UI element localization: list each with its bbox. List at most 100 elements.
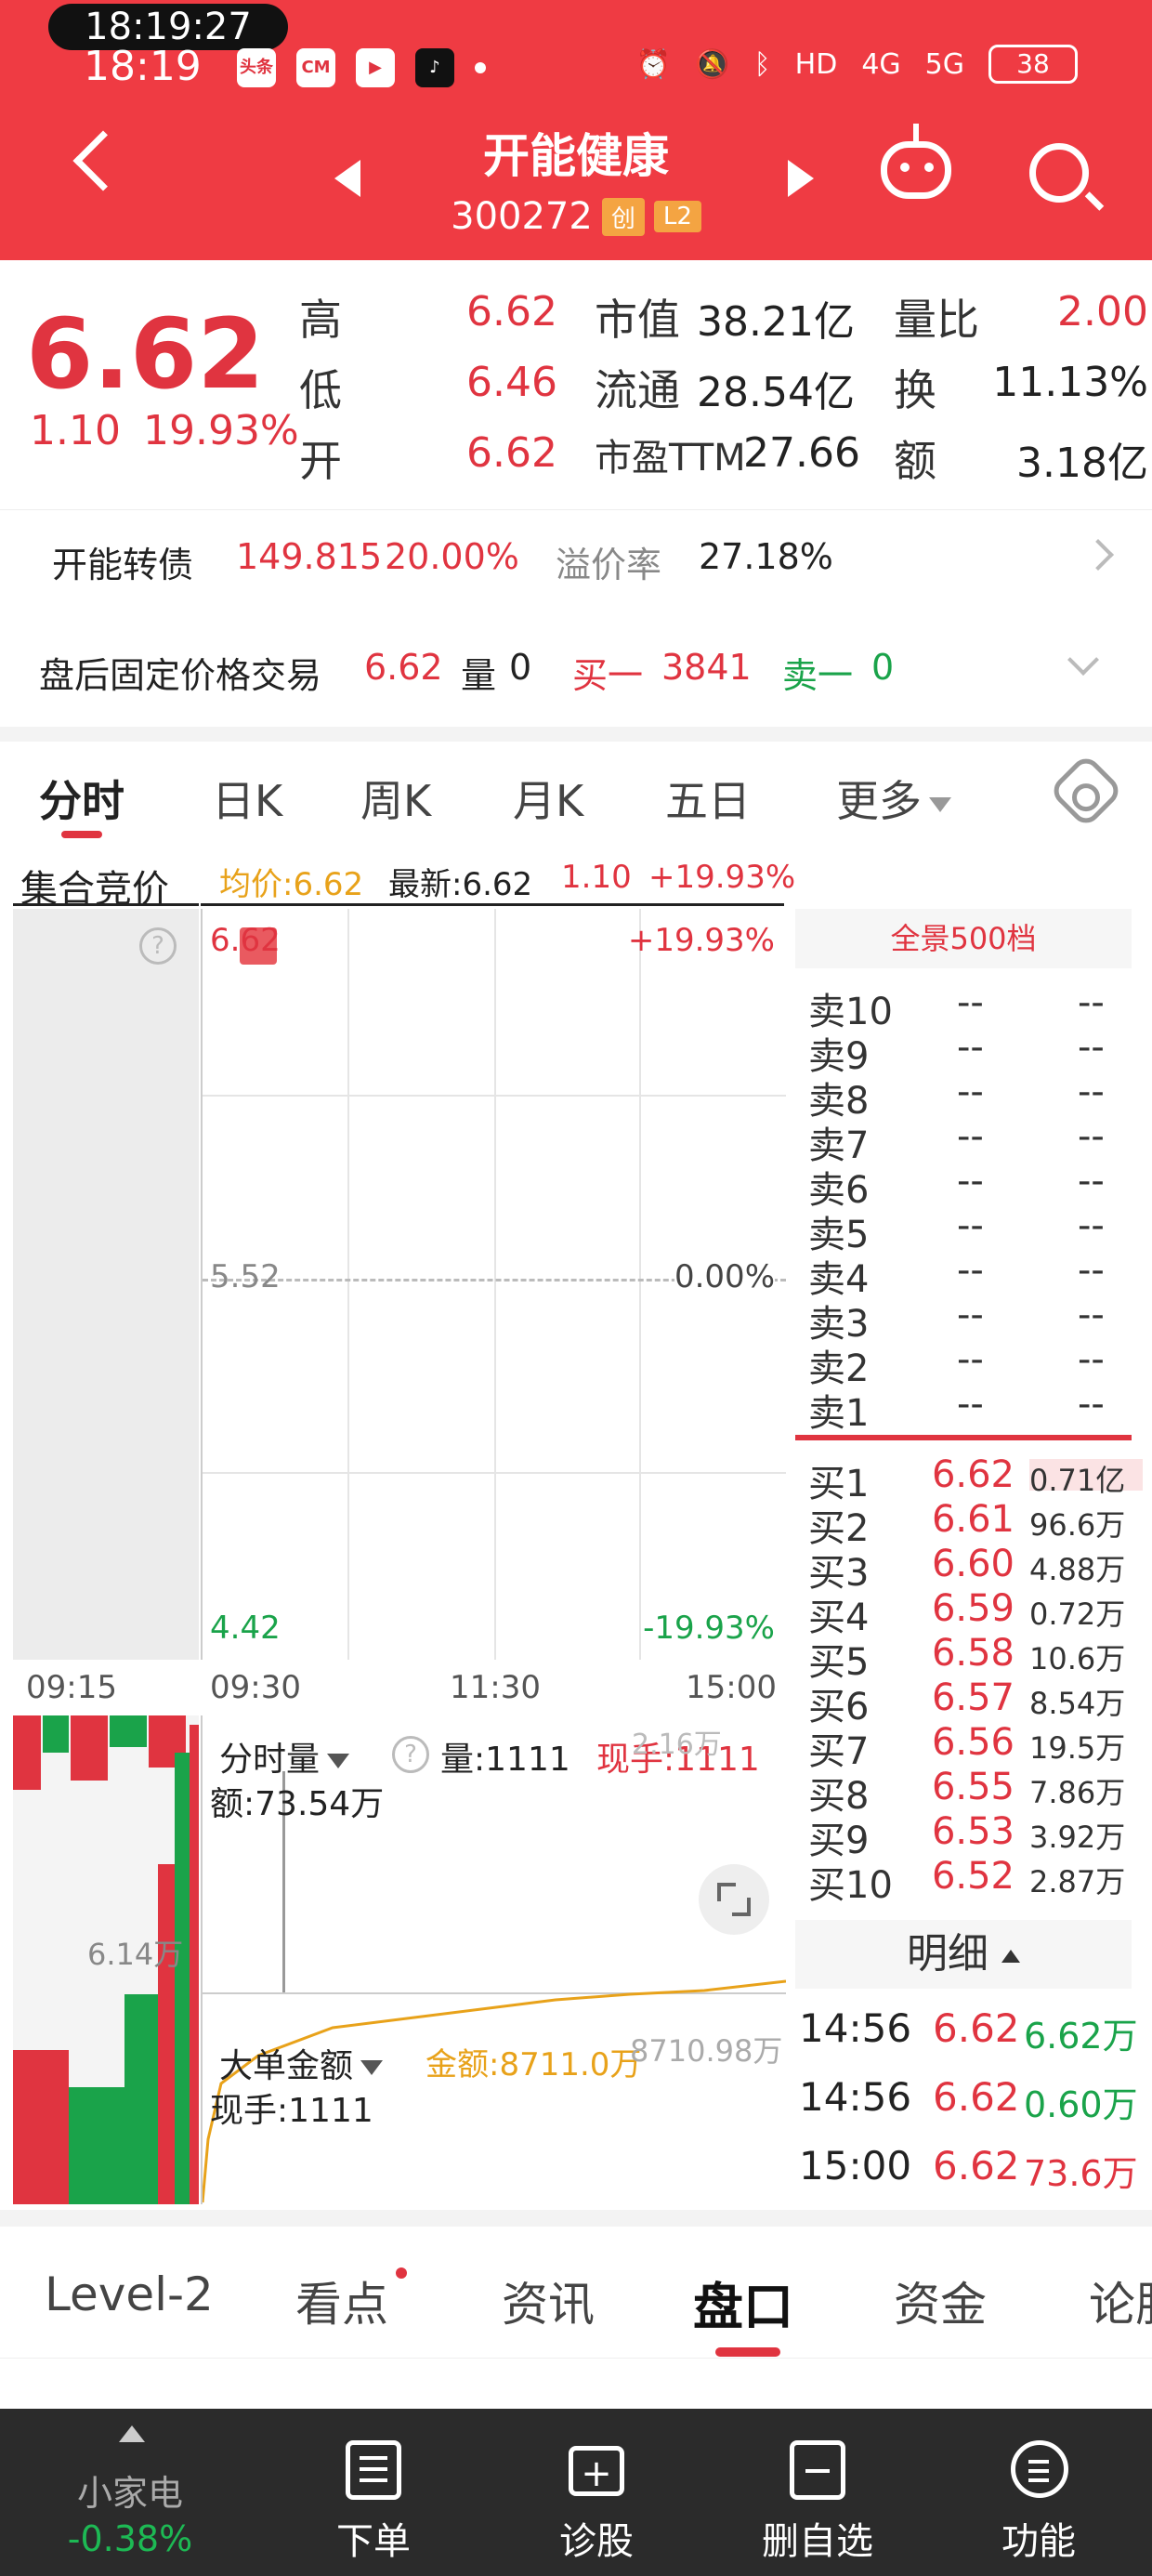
chart-top-pct: +19.93% — [627, 922, 775, 959]
trade-price: 6.62 — [933, 2143, 1020, 2188]
app-header: 18:19:27 18:19 头条 CM ▶ ♪ ⏰ 🔕 ᛒ HD 4G 5G … — [0, 0, 1152, 260]
cm-app-icon: CM — [296, 48, 335, 87]
function-button[interactable]: 功能 — [946, 2409, 1132, 2576]
change-percent: 19.93% — [142, 407, 299, 454]
bid-price: 6.62 — [931, 1453, 1015, 1496]
back-icon[interactable] — [72, 130, 134, 191]
turnover-value: 11.13% — [992, 359, 1148, 406]
ask-row: 卖6 -- -- — [808, 1160, 1143, 1212]
info-change: 1.10 — [561, 859, 632, 896]
bid-price: 6.53 — [931, 1810, 1015, 1853]
ask-price: -- — [957, 1026, 984, 1069]
tab-daily-k[interactable]: 日K — [212, 768, 282, 829]
auction-underline — [13, 903, 199, 906]
ask-price: -- — [957, 1071, 984, 1113]
bid-volume: 96.6万 — [1029, 1507, 1126, 1543]
premium-label: 溢价率 — [556, 545, 662, 585]
tab-five-day[interactable]: 五日 — [665, 768, 751, 829]
grid-line — [494, 909, 496, 1660]
tab-market-depth[interactable]: 盘口 — [693, 2266, 793, 2339]
chevron-right-icon — [1082, 539, 1114, 571]
tab-highlights[interactable]: 看点 — [295, 2267, 388, 2334]
intraday-chart[interactable]: 6.62 +19.93% 5.52 0.00% 4.42 -19.93% — [201, 909, 786, 1660]
bid-volume: 19.5万 — [1029, 1730, 1126, 1766]
chevron-down-icon[interactable] — [1067, 644, 1099, 676]
help-icon[interactable]: ? — [139, 927, 177, 965]
time-tick: 09:30 — [210, 1669, 301, 1706]
tab-level2[interactable]: Level-2 — [45, 2267, 214, 2321]
tab-news[interactable]: 资讯 — [502, 2267, 595, 2334]
search-icon[interactable] — [1029, 143, 1089, 203]
trade-volume: 6.62万 — [1024, 2016, 1138, 2057]
sector-name[interactable]: 小家电 — [37, 2464, 223, 2516]
expand-icon[interactable] — [699, 1864, 769, 1935]
volume-selector[interactable]: 分时量 — [219, 1732, 350, 1781]
tiktok-app-icon: ♪ — [415, 48, 454, 87]
after-hours-row[interactable]: 盘后固定价格交易 6.62 量 0 买一 3841 卖一 0 — [0, 621, 1152, 714]
tab-more[interactable]: 更多 — [836, 768, 951, 829]
remove-watchlist-button[interactable]: 删自选 — [725, 2409, 910, 2576]
trade-price: 6.62 — [933, 2074, 1020, 2120]
ask-row: 卖3 -- -- — [808, 1294, 1143, 1346]
tab-capital[interactable]: 资金 — [894, 2267, 987, 2334]
volume-max-value: 2.16万 — [632, 1728, 722, 1761]
next-stock-icon[interactable] — [788, 160, 814, 197]
battery-icon: 38 — [988, 45, 1078, 84]
function-label: 功能 — [1001, 2520, 1076, 2563]
bid-price: 6.57 — [931, 1676, 1015, 1719]
order-label: 下单 — [336, 2520, 411, 2563]
bid-row: 买10 6.52 2.87万 — [808, 1855, 1143, 1907]
current-price: 6.62 — [26, 297, 265, 411]
time-axis: 09:15 09:30 11:30 15:00 — [0, 1663, 790, 1715]
order-book: 全景500档 卖10 -- -- 卖9 -- -- 卖8 -- -- 卖7 -- -- 卖6 --… — [795, 909, 1152, 2204]
after-hours-price: 6.62 — [364, 647, 443, 688]
trade-time: 14:56 — [799, 2074, 912, 2120]
order-book-header[interactable]: 全景500档 — [795, 909, 1132, 968]
bid-volume: 2.87万 — [1029, 1864, 1126, 1899]
caret-up-icon — [119, 2425, 145, 2442]
convertible-bond-row[interactable]: 开能转债 149.815 20.00% 溢价率 27.18% — [0, 509, 1152, 602]
bid-price: 6.60 — [931, 1543, 1015, 1585]
bid-volume: 8.54万 — [1029, 1686, 1126, 1721]
big-order-amount: 金额:8711.0万 — [425, 2046, 642, 2083]
trade-volume: 73.6万 — [1024, 2153, 1138, 2194]
section-separator — [0, 2210, 1152, 2227]
after-sell1-value: 0 — [871, 647, 895, 688]
robot-assistant-icon[interactable] — [881, 124, 951, 199]
alarm-icon: ⏰ — [635, 47, 672, 81]
tab-monthly-k[interactable]: 月K — [513, 768, 583, 829]
diagnose-label: 诊股 — [559, 2520, 634, 2563]
chart-mid-price: 5.52 — [210, 1258, 281, 1295]
bid-price: 6.61 — [931, 1498, 1015, 1541]
ask-row: 卖10 -- -- — [808, 981, 1143, 1033]
ask-volume: -- — [1078, 1338, 1105, 1381]
ask-row: 卖7 -- -- — [808, 1115, 1143, 1167]
section-tabs: Level-2 看点 资讯 盘口 资金 论股 — [0, 2227, 1152, 2359]
price-change: 1.10 19.93% — [30, 407, 321, 454]
bid-row: 买8 6.55 7.86万 — [808, 1766, 1143, 1818]
ask-label: 卖1 — [808, 1392, 870, 1435]
big-order-selector[interactable]: 大单金额 — [219, 2039, 384, 2087]
tab-forum[interactable]: 论股 — [1089, 2267, 1152, 2334]
avg-price-label: 均价:6.62 — [219, 866, 364, 903]
help-icon[interactable]: ? — [392, 1736, 429, 1773]
sector-change: -0.38% — [67, 2518, 193, 2559]
volume-chart[interactable]: 分时量 ? 量:1111 现手:1111 额:73.54万 2.16万 大单金额… — [201, 1715, 786, 2204]
status-indicators: ⏰ 🔕 ᛒ HD 4G 5G 38 — [636, 45, 1078, 84]
ask-row: 卖8 -- -- — [808, 1071, 1143, 1123]
pe-value: 27.66 — [743, 429, 860, 477]
order-button[interactable]: 下单 — [281, 2409, 466, 2576]
tab-weekly-k[interactable]: 周K — [360, 768, 431, 829]
ask-price: -- — [957, 981, 984, 1024]
auction-panel: ? — [13, 909, 199, 1660]
tab-intraday[interactable]: 分时 — [39, 768, 124, 829]
trade-time: 15:00 — [799, 2143, 912, 2188]
time-tick: 11:30 — [450, 1669, 541, 1706]
trade-detail-row: 15:00 6.62 73.6万 — [795, 2143, 1152, 2199]
chart-top-price: 6.62 — [210, 922, 281, 959]
diagnose-button[interactable]: 诊股 — [504, 2409, 689, 2576]
prev-stock-icon[interactable] — [334, 160, 360, 197]
detail-toggle[interactable]: 明细 — [795, 1920, 1132, 1989]
tab-more-label: 更多 — [836, 776, 922, 826]
trade-volume: 0.60万 — [1024, 2084, 1138, 2125]
